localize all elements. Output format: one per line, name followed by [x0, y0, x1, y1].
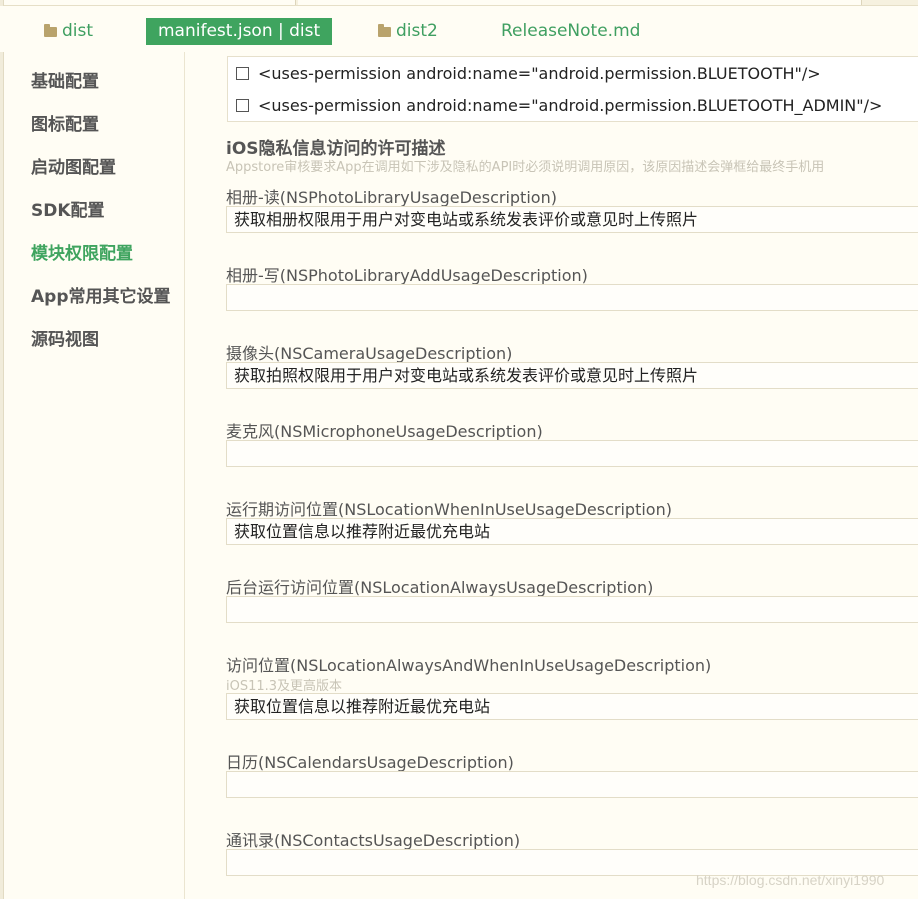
- field-label-location-always: 后台运行访问位置(NSLocationAlwaysUsageDescriptio…: [226, 578, 654, 597]
- checkbox[interactable]: [236, 99, 249, 112]
- sidebar-item-splash[interactable]: 启动图配置: [31, 153, 116, 178]
- config-sidebar: 基础配置 图标配置 启动图配置 SDK配置 模块权限配置 App常用其它设置 源…: [5, 52, 185, 899]
- field-label-photo-write: 相册-写(NSPhotoLibraryAddUsageDescription): [226, 266, 588, 285]
- sidebar-item-sdk[interactable]: SDK配置: [31, 196, 105, 221]
- ios-section-description: Appstore审核要求App在调用如下涉及隐私的API时必须说明调用原因，该原…: [226, 160, 825, 175]
- location-always-and-when-input[interactable]: 获取位置信息以推荐附近最优充电站: [226, 693, 918, 720]
- location-always-input[interactable]: [226, 596, 918, 623]
- permission-item[interactable]: <uses-permission android:name="android.p…: [236, 64, 821, 88]
- field-label-contacts: 通讯录(NSContactsUsageDescription): [226, 831, 521, 850]
- tab-label: ReleaseNote.md: [501, 21, 641, 41]
- field-label-location-when-in-use: 运行期访问位置(NSLocationWhenInUseUsageDescript…: [226, 500, 672, 519]
- field-label-location-always-and-when: 访问位置(NSLocationAlwaysAndWhenInUseUsageDe…: [226, 656, 712, 675]
- camera-input[interactable]: 获取拍照权限用于用户对变电站或系统发表评价或意见时上传照片: [226, 362, 918, 389]
- checkbox[interactable]: [236, 67, 249, 80]
- sidebar-item-module-permissions[interactable]: 模块权限配置: [31, 239, 133, 264]
- tab-dist2[interactable]: dist2: [378, 18, 438, 44]
- field-label-calendars: 日历(NSCalendarsUsageDescription): [226, 753, 514, 772]
- field-hint-ios-version: iOS11.3及更高版本: [226, 679, 343, 694]
- microphone-input[interactable]: [226, 440, 918, 467]
- permission-item[interactable]: <uses-permission android:name="android.p…: [236, 96, 882, 120]
- field-label-camera: 摄像头(NSCameraUsageDescription): [226, 344, 513, 363]
- window-left-border: [0, 0, 4, 899]
- field-label-photo-read: 相册-读(NSPhotoLibraryUsageDescription): [226, 188, 557, 207]
- tab-dist[interactable]: dist: [44, 18, 93, 44]
- top-strip-segment: [4, 0, 296, 5]
- permission-label: <uses-permission android:name="android.p…: [258, 64, 821, 83]
- permission-list: <uses-permission android:name="android.p…: [227, 56, 918, 122]
- top-strip-segment: [298, 0, 862, 5]
- sidebar-item-app-other[interactable]: App常用其它设置: [31, 282, 171, 307]
- folder-icon: [378, 24, 391, 37]
- permission-label: <uses-permission android:name="android.p…: [258, 96, 883, 115]
- tab-manifest-json[interactable]: manifest.json | dist: [146, 18, 333, 45]
- editor-tabbar: dist manifest.json | dist dist2 ReleaseN…: [0, 6, 918, 52]
- tab-releasenote[interactable]: ReleaseNote.md: [501, 18, 640, 44]
- photo-write-input[interactable]: [226, 284, 918, 311]
- field-label-microphone: 麦克风(NSMicrophoneUsageDescription): [226, 422, 543, 441]
- main-content: <uses-permission android:name="android.p…: [186, 52, 918, 899]
- location-when-in-use-input[interactable]: 获取位置信息以推荐附近最优充电站: [226, 518, 918, 545]
- sidebar-item-icon[interactable]: 图标配置: [31, 110, 99, 135]
- tab-label: manifest.json | dist: [158, 21, 321, 41]
- sidebar-item-source-view[interactable]: 源码视图: [31, 325, 99, 350]
- folder-icon: [44, 24, 57, 37]
- photo-read-input[interactable]: 获取相册权限用于用户对变电站或系统发表评价或意见时上传照片: [226, 206, 918, 233]
- tab-label: dist2: [396, 21, 438, 41]
- watermark-text: https://blog.csdn.net/xinyi1990: [696, 872, 885, 888]
- sidebar-item-basic[interactable]: 基础配置: [31, 67, 99, 92]
- calendars-input[interactable]: [226, 771, 918, 798]
- tab-label: dist: [62, 21, 94, 41]
